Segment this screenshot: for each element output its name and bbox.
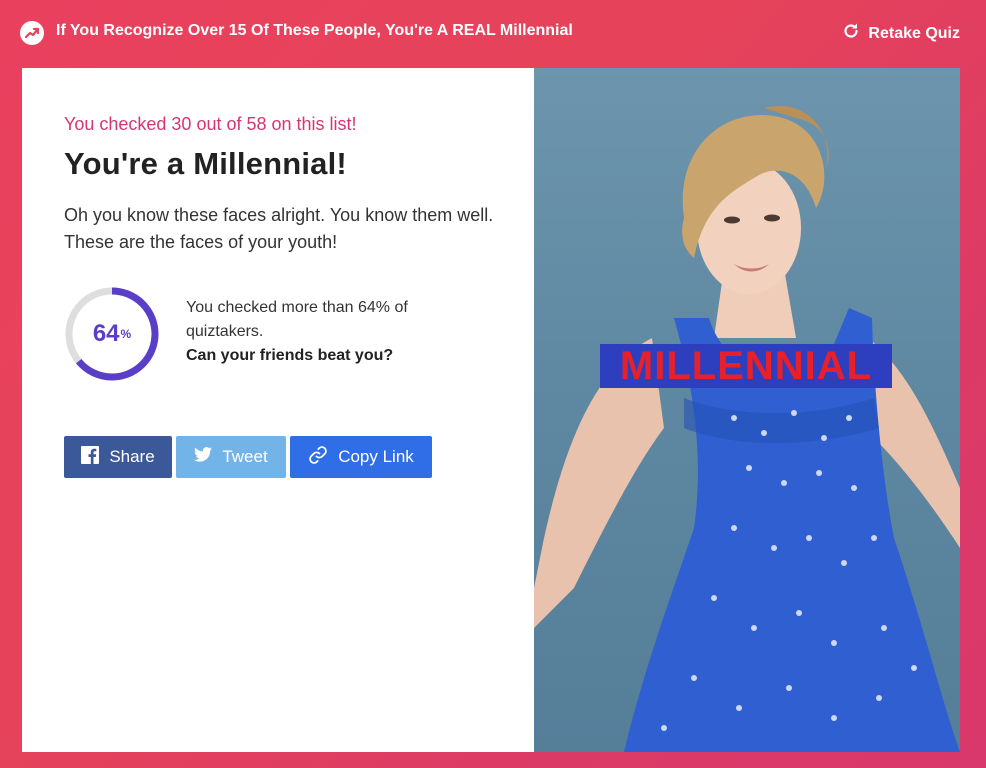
tweet-label: Tweet bbox=[222, 447, 268, 466]
twitter-bird-icon bbox=[194, 447, 213, 467]
percent-number: 64 bbox=[92, 320, 120, 347]
result-title: You're a Millennial! bbox=[64, 146, 347, 181]
trending-icon bbox=[20, 21, 44, 45]
facebook-share-label: Share bbox=[109, 447, 155, 466]
stats-text: You checked more than 64% of quiztakers.… bbox=[186, 296, 486, 368]
comparison-text: You checked more than 64% of quiztakers. bbox=[186, 299, 408, 340]
challenge-text: Can your friends beat you? bbox=[186, 347, 394, 364]
share-buttons: Share Tweet Copy Link bbox=[64, 436, 432, 478]
facebook-icon bbox=[81, 445, 100, 469]
retake-quiz-label: Retake Quiz bbox=[868, 24, 960, 42]
quiz-header: If You Recognize Over 15 Of These People… bbox=[0, 0, 986, 68]
result-panel: You checked 30 out of 58 on this list! Y… bbox=[22, 68, 534, 752]
tweet-button[interactable]: Tweet bbox=[176, 436, 286, 478]
facebook-share-button[interactable]: Share bbox=[64, 436, 172, 478]
copy-link-button[interactable]: Copy Link bbox=[290, 436, 432, 478]
result-description: Oh you know these faces alright. You kno… bbox=[64, 205, 494, 252]
result-image: MILLENNIAL bbox=[534, 68, 960, 752]
result-card: You checked 30 out of 58 on this list! Y… bbox=[22, 68, 960, 752]
percent-value: 64% bbox=[64, 286, 160, 382]
refresh-icon bbox=[842, 22, 860, 45]
checked-count-text: You checked 30 out of 58 on this list! bbox=[64, 114, 357, 134]
quiz-title: If You Recognize Over 15 Of These People… bbox=[56, 22, 573, 39]
percent-sign: % bbox=[120, 327, 132, 341]
link-icon bbox=[308, 445, 328, 470]
millennial-banner: MILLENNIAL bbox=[600, 344, 892, 388]
person-photo bbox=[534, 106, 960, 752]
copy-link-label: Copy Link bbox=[338, 447, 414, 466]
retake-quiz-button[interactable]: Retake Quiz bbox=[842, 22, 960, 45]
